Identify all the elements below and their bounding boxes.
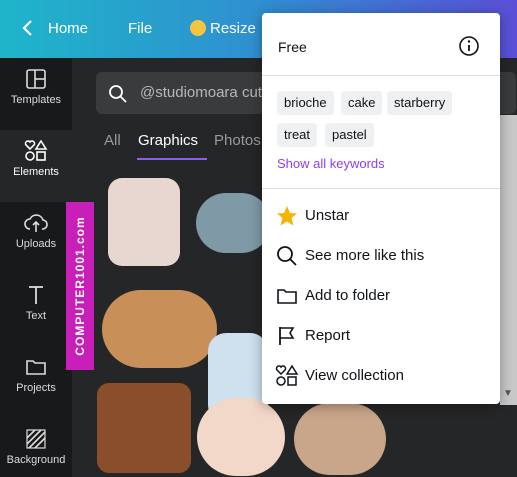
rail-label-elements: Elements	[13, 166, 59, 178]
scrollbar[interactable]	[500, 115, 517, 405]
menu-item-add-to-folder[interactable]: Add to folder	[262, 276, 500, 316]
keyword-chip[interactable]: cake	[341, 91, 383, 115]
templates-icon	[26, 69, 46, 89]
graphic-options-popup: Free brioche cake starberry treat pastel…	[262, 13, 500, 404]
folder-icon	[26, 360, 46, 375]
rail-item-background[interactable]: Background	[0, 418, 72, 477]
show-all-keywords-link[interactable]: Show all keywords	[277, 156, 385, 171]
rail-label-projects: Projects	[16, 382, 56, 394]
collection-icon	[275, 364, 299, 386]
background-pattern-icon	[26, 429, 46, 449]
menu-label: See more like this	[305, 247, 425, 264]
flag-icon	[279, 327, 295, 345]
elements-icon	[24, 140, 48, 161]
graphic-coffee-cup[interactable]	[294, 403, 386, 475]
home-button[interactable]: Home	[48, 19, 88, 39]
keyword-chip[interactable]: starberry	[387, 91, 453, 115]
watermark-banner: COMPUTER1001.com	[66, 202, 94, 370]
rail-label-uploads: Uploads	[15, 238, 57, 250]
menu-item-unstar[interactable]: Unstar	[262, 196, 500, 236]
resize-button[interactable]: Resize	[210, 19, 256, 39]
rail-item-uploads[interactable]: Uploads	[0, 202, 72, 274]
menu-item-see-more[interactable]: See more like this	[262, 236, 500, 276]
search-icon	[277, 246, 297, 266]
menu-item-view-collection[interactable]: View collection	[262, 356, 500, 396]
rail-item-templates[interactable]: Templates	[0, 58, 72, 130]
rail-label-text: Text	[25, 310, 47, 322]
graphic-cocoa-pie[interactable]	[97, 383, 191, 473]
cloud-upload-icon	[24, 214, 48, 232]
search-value: @studiomoara cut	[140, 84, 262, 101]
graphic-strawberry-cake[interactable]	[197, 398, 285, 476]
active-tab-indicator	[137, 158, 207, 160]
chevron-left-icon[interactable]	[20, 17, 36, 39]
text-icon	[29, 286, 43, 304]
star-icon	[277, 206, 297, 226]
rail-item-elements[interactable]: Elements	[0, 130, 72, 202]
crown-icon	[190, 20, 206, 36]
menu-label: Add to folder	[305, 287, 391, 304]
tab-photos[interactable]: Photos	[214, 132, 261, 149]
divider	[262, 188, 500, 189]
keyword-chip[interactable]: pastel	[325, 123, 374, 147]
rail-item-text[interactable]: Text	[0, 274, 72, 346]
rail-label-templates: Templates	[10, 94, 62, 106]
graphic-croissant[interactable]	[102, 290, 217, 368]
graphic-brioche-jar[interactable]	[108, 178, 180, 266]
keyword-chip[interactable]: brioche	[277, 91, 334, 115]
folder-icon	[277, 289, 297, 304]
rail-item-projects[interactable]: Projects	[0, 346, 72, 418]
divider	[262, 75, 500, 76]
license-label: Free	[278, 39, 307, 55]
menu-item-report[interactable]: Report	[262, 316, 500, 356]
rail-label-background: Background	[6, 454, 66, 466]
tab-all[interactable]: All	[104, 132, 121, 149]
menu-label: Unstar	[305, 207, 350, 224]
menu-label: View collection	[305, 367, 404, 384]
menu-label: Report	[305, 327, 351, 344]
watermark-text: COMPUTER1001.com	[73, 216, 87, 356]
graphic-macaron[interactable]	[196, 193, 271, 253]
left-rail: Templates Elements Uploads Text Projects	[0, 58, 72, 477]
tab-graphics[interactable]: Graphics	[138, 132, 198, 149]
file-menu-button[interactable]: File	[128, 19, 152, 39]
info-icon[interactable]	[458, 35, 480, 57]
search-icon	[109, 85, 127, 103]
scroll-down-arrow-icon[interactable]: ▼	[503, 388, 513, 399]
keyword-chip[interactable]: treat	[277, 123, 318, 147]
